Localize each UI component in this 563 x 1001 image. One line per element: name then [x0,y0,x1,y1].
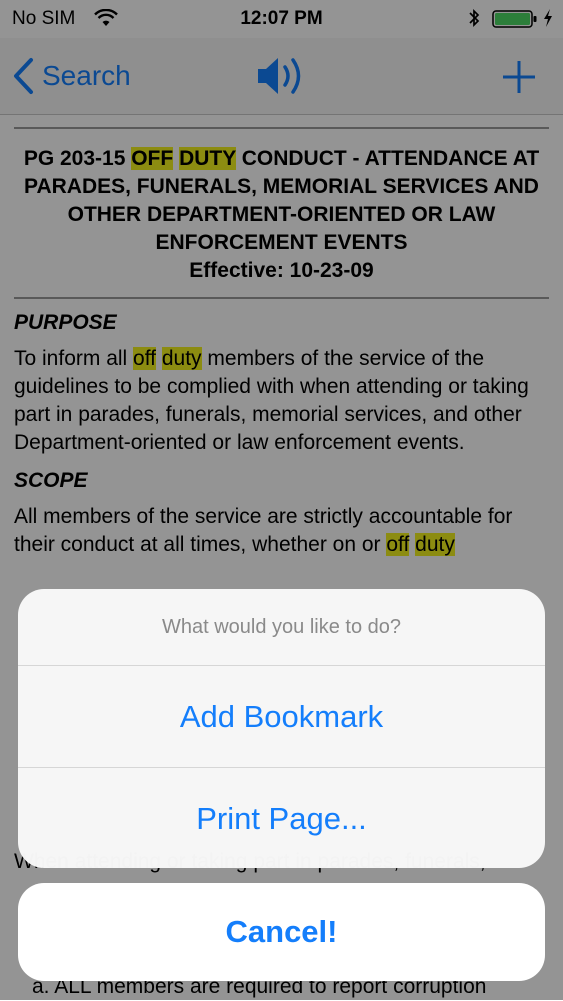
add-bookmark-button[interactable]: Add Bookmark [18,666,545,768]
cancel-button[interactable]: Cancel! [18,883,545,981]
action-sheet: What would you like to do? Add Bookmark … [18,589,545,868]
print-page-button[interactable]: Print Page... [18,768,545,868]
action-sheet-title: What would you like to do? [18,589,545,666]
screen: No SIM 12:07 PM Search PG 203-15 OFF DUT… [0,0,563,1000]
